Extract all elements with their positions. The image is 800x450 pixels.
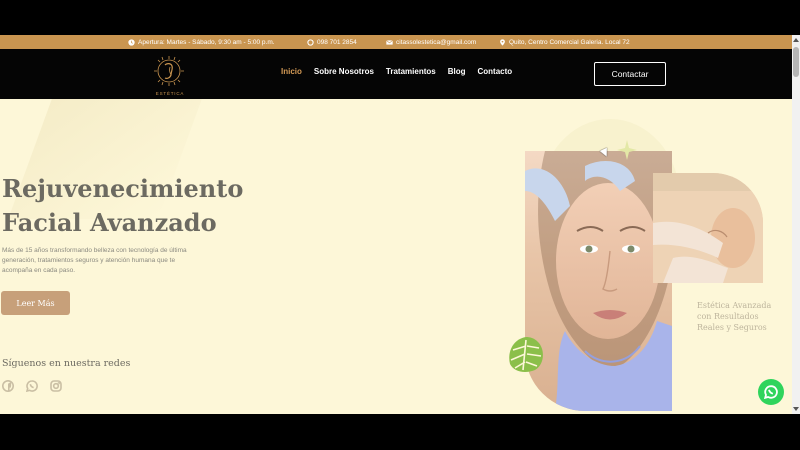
hero-description: Más de 15 años transformando belleza con… <box>2 247 187 274</box>
massage-illustration <box>653 173 763 283</box>
mail-icon <box>386 39 393 45</box>
facial-massage-image <box>653 173 763 283</box>
email-text[interactable]: citassolestetica@gmail.com <box>396 39 476 46</box>
nav-item-sobre-nosotros[interactable]: Sobre Nosotros <box>314 67 374 81</box>
scroll-up-arrow-icon[interactable] <box>793 38 799 42</box>
hero-section: Rejuvenecimiento Facial Avanzado Más de … <box>0 99 792 414</box>
opening-hours-text: Apertura: Martes - Sábado, 9:30 am - 5:0… <box>138 38 275 46</box>
nav-item-contacto[interactable]: Contacto <box>477 67 512 81</box>
scroll-down-arrow-icon[interactable] <box>793 407 799 411</box>
hero-side-caption: Estética Avanzada con Resultados Reales … <box>697 301 772 332</box>
star-sparkle-icon <box>617 140 637 160</box>
facebook-icon[interactable] <box>2 380 14 392</box>
screen-frame-top <box>0 0 800 35</box>
whatsapp-small-icon <box>307 38 314 46</box>
monstera-leaf-icon <box>509 337 543 372</box>
social-links <box>2 380 62 392</box>
hero-title: Rejuvenecimiento Facial Avanzado <box>2 172 262 240</box>
whatsapp-float-icon <box>764 385 778 399</box>
phone-text[interactable]: 098 701 2854 <box>317 39 357 46</box>
primary-nav: Inicio Sobre Nosotros Tratamientos Blog … <box>281 67 512 81</box>
site-logo[interactable]: ESTÉTICA <box>148 53 192 97</box>
scrollbar-thumb[interactable] <box>793 47 799 77</box>
face-illustration <box>525 151 672 411</box>
whatsapp-icon[interactable] <box>26 380 38 392</box>
info-bar: Apertura: Martes - Sábado, 9:30 am - 5:0… <box>0 35 792 49</box>
phone-info[interactable]: 098 701 2854 <box>307 35 357 49</box>
opening-hours: Apertura: Martes - Sábado, 9:30 am - 5:0… <box>128 35 275 49</box>
email-info[interactable]: citassolestetica@gmail.com <box>386 35 476 49</box>
logo-text: ESTÉTICA <box>156 90 184 96</box>
contactar-button[interactable]: Contactar <box>594 62 666 86</box>
nav-item-tratamientos[interactable]: Tratamientos <box>386 67 436 81</box>
leer-mas-button[interactable]: Leer Más <box>1 291 70 315</box>
nav-item-blog[interactable]: Blog <box>448 67 466 81</box>
whatsapp-float-button[interactable] <box>758 379 784 405</box>
page-scrollbar[interactable] <box>792 35 800 414</box>
address-text: Quito, Centro Comercial Galeria. Local 7… <box>509 38 630 46</box>
clock-icon <box>128 38 135 46</box>
sun-face-logo-icon: ESTÉTICA <box>154 56 184 96</box>
hero-face-image <box>525 151 672 411</box>
screen-frame-bottom <box>0 414 800 450</box>
location-pin-icon <box>500 38 505 46</box>
nav-item-inicio[interactable]: Inicio <box>281 67 302 81</box>
instagram-icon[interactable] <box>50 380 62 392</box>
hero-title-line2: Facial Avanzado <box>2 208 217 237</box>
address-info: Quito, Centro Comercial Galeria. Local 7… <box>499 35 630 49</box>
hero-title-line1: Rejuvenecimiento <box>2 174 244 203</box>
follow-us-heading: Síguenos en nuestra redes <box>2 358 131 369</box>
